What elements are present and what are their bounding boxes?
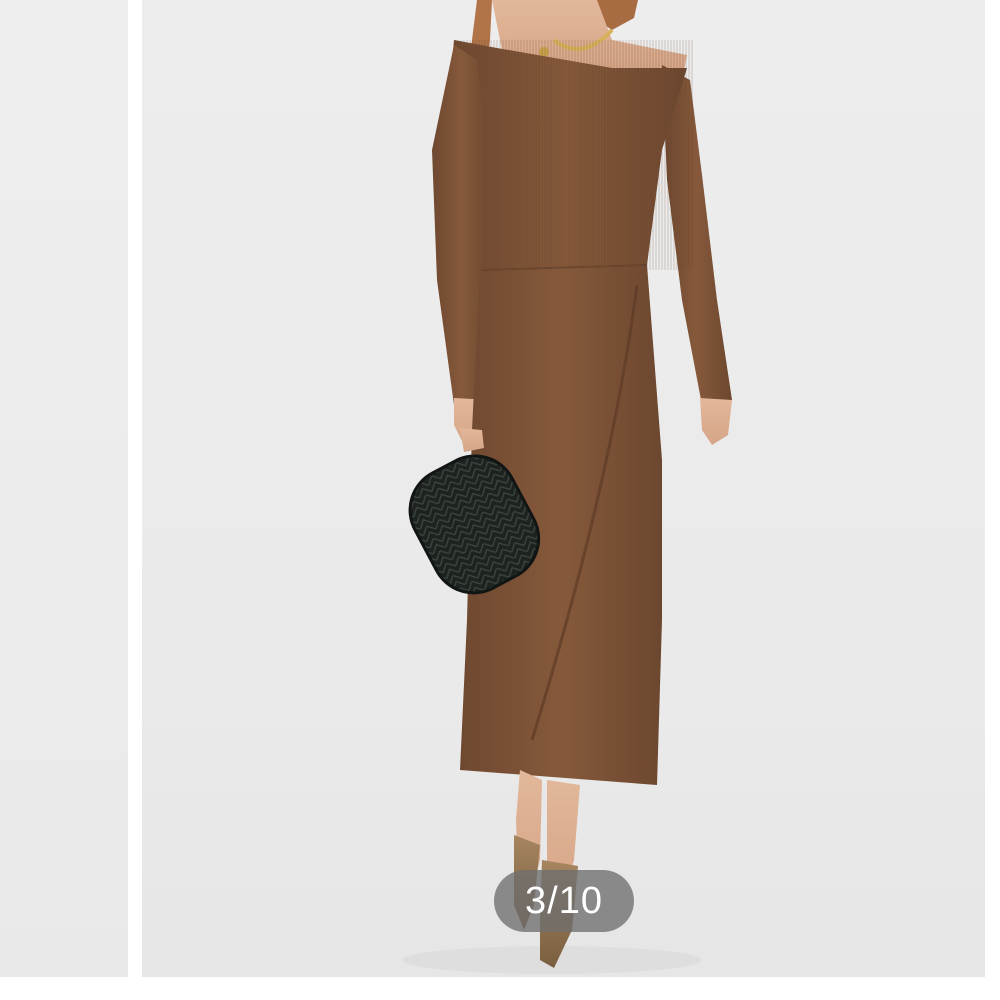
- previous-slide-image[interactable]: [0, 0, 128, 977]
- product-photo: [402, 0, 732, 974]
- image-gallery-viewer[interactable]: 3/10: [0, 0, 1000, 1000]
- current-slide-image[interactable]: [142, 0, 985, 977]
- image-counter-text: 3/10: [525, 879, 603, 922]
- image-counter-badge: 3/10: [494, 870, 634, 932]
